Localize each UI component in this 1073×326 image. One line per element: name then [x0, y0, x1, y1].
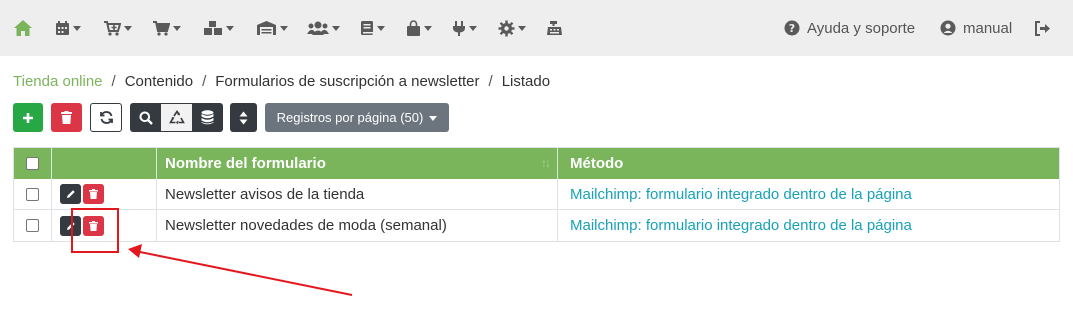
- home-icon: [14, 20, 32, 36]
- select-all-cell: [14, 148, 52, 179]
- pencil-icon: [66, 190, 75, 198]
- warehouse-icon: [257, 21, 276, 35]
- breadcrumb-separator: /: [488, 73, 493, 90]
- plugins-menu[interactable]: [452, 16, 477, 40]
- breadcrumb-separator: /: [111, 73, 116, 90]
- book-icon: [361, 21, 373, 35]
- row-checkbox[interactable]: [26, 219, 39, 232]
- delete-selected-button[interactable]: [51, 103, 82, 132]
- logout-button[interactable]: [1034, 16, 1051, 40]
- user-circle-icon: [940, 20, 956, 36]
- search-icon: [139, 111, 153, 125]
- trash-icon: [61, 111, 72, 124]
- forms-table: Nombre del formulario ↑↓ Método Newslett…: [13, 147, 1060, 242]
- plug-icon: [453, 20, 465, 36]
- sort-icon: [239, 111, 248, 124]
- shop-menu[interactable]: [406, 16, 432, 40]
- search-button[interactable]: [130, 103, 161, 132]
- row-select-cell: [14, 210, 52, 241]
- add-button[interactable]: [13, 103, 43, 132]
- column-header-method[interactable]: Método: [558, 148, 1059, 179]
- cart-plus-menu[interactable]: [103, 16, 132, 40]
- breadcrumb-home-link[interactable]: Tienda online: [13, 73, 103, 90]
- row-name-cell: Newsletter novedades de moda (semanal): [157, 210, 558, 241]
- cart-plus-icon: [104, 21, 121, 36]
- refresh-icon: [99, 111, 113, 124]
- breadcrumb-item-forms[interactable]: Formularios de suscripción a newsletter: [215, 73, 479, 90]
- row-name-cell: Newsletter avisos de la tienda: [157, 179, 558, 209]
- svg-text:?: ?: [789, 22, 795, 35]
- users-icon: [307, 21, 329, 35]
- method-link[interactable]: Mailchimp: formulario integrado dentro d…: [570, 217, 912, 234]
- actions-header: [52, 148, 157, 179]
- sort-arrows-icon[interactable]: ↑↓: [541, 156, 551, 170]
- calendar-menu[interactable]: [55, 16, 81, 40]
- recycle-bin-button[interactable]: [161, 103, 192, 132]
- breadcrumb-item-list: Listado: [501, 73, 551, 90]
- products-menu[interactable]: [203, 16, 234, 40]
- column-header-name-label: Nombre del formulario: [165, 155, 326, 172]
- cash-register-icon: [547, 20, 562, 35]
- column-header-name[interactable]: Nombre del formulario ↑↓: [157, 148, 558, 179]
- calendar-icon: [56, 21, 69, 35]
- select-all-checkbox[interactable]: [26, 157, 39, 170]
- content-menu[interactable]: [360, 16, 385, 40]
- gear-icon: [498, 20, 515, 36]
- boxes-icon: [204, 21, 222, 35]
- row-select-cell: [14, 179, 52, 209]
- home-link[interactable]: [13, 16, 33, 40]
- breadcrumb: Tienda online / Contenido / Formularios …: [13, 73, 550, 90]
- plus-icon: [23, 112, 33, 123]
- row-actions: [52, 179, 157, 209]
- column-header-method-label: Método: [570, 155, 624, 172]
- username-label: manual: [963, 19, 1013, 37]
- highlight-box: [71, 208, 119, 253]
- row-checkbox[interactable]: [26, 187, 39, 201]
- settings-menu[interactable]: [498, 16, 526, 40]
- chevron-down-icon: [429, 115, 438, 121]
- shopping-bag-icon: [407, 19, 420, 36]
- delete-row-button[interactable]: [83, 184, 104, 204]
- table-header-row: Nombre del formulario ↑↓ Método: [14, 148, 1059, 179]
- help-support-label: Ayuda y soporte: [807, 19, 916, 37]
- cart-menu[interactable]: [152, 16, 181, 40]
- table-row: Newsletter avisos de la tienda Mailchimp…: [14, 179, 1059, 210]
- customers-menu[interactable]: [307, 16, 340, 40]
- cart-icon: [153, 21, 170, 36]
- row-method-cell: Mailchimp: formulario integrado dentro d…: [558, 210, 1059, 241]
- question-circle-icon: ?: [784, 20, 800, 36]
- help-support-link[interactable]: ? Ayuda y soporte: [784, 16, 915, 40]
- view-tools-group: [130, 103, 223, 132]
- edit-button[interactable]: [60, 184, 81, 204]
- method-link[interactable]: Mailchimp: formulario integrado dentro d…: [570, 186, 912, 203]
- breadcrumb-separator: /: [202, 73, 207, 90]
- database-button[interactable]: [192, 103, 223, 132]
- refresh-button[interactable]: [90, 103, 122, 132]
- top-navbar: ? Ayuda y soporte manual: [0, 0, 1073, 56]
- sign-out-icon: [1035, 20, 1050, 36]
- trash-icon: [89, 189, 98, 199]
- breadcrumb-item-content[interactable]: Contenido: [125, 73, 193, 90]
- database-icon: [201, 110, 214, 125]
- records-per-page-dropdown[interactable]: Registros por página (50): [265, 103, 449, 132]
- warehouse-menu[interactable]: [256, 16, 288, 40]
- records-per-page-label: Registros por página (50): [276, 110, 424, 125]
- user-menu[interactable]: manual: [940, 16, 1012, 40]
- recycle-icon: [168, 109, 185, 124]
- sort-button[interactable]: [230, 103, 257, 132]
- pos-link[interactable]: [546, 16, 563, 40]
- row-method-cell: Mailchimp: formulario integrado dentro d…: [558, 179, 1059, 209]
- table-row: Newsletter novedades de moda (semanal) M…: [14, 210, 1059, 241]
